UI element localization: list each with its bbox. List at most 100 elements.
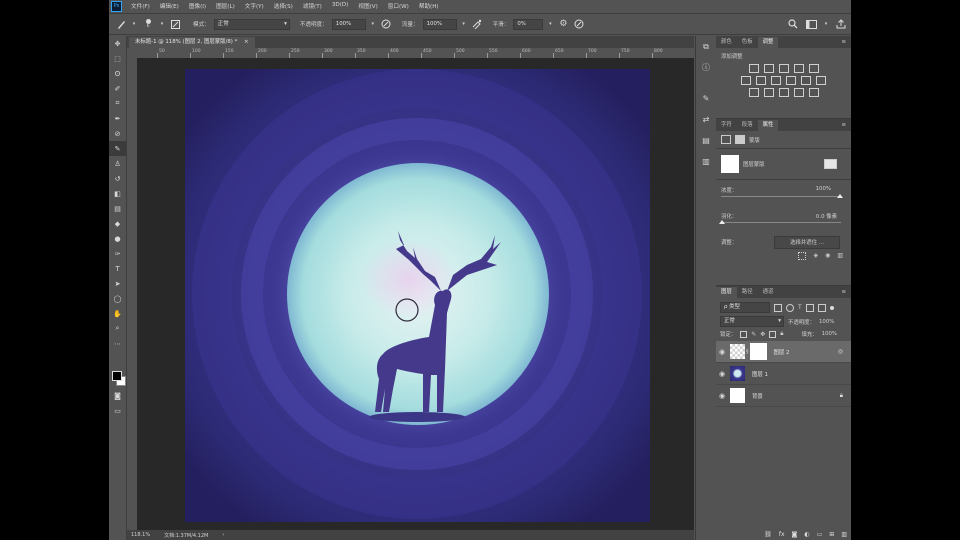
pressure-opacity-icon[interactable] (380, 18, 392, 30)
marquee-tool-icon[interactable]: ⬚ (109, 51, 126, 66)
vibrance-icon[interactable] (808, 64, 819, 73)
panel-tab[interactable]: 颜色 (716, 37, 737, 48)
search-icon[interactable] (787, 18, 799, 30)
brush-tool-icon[interactable] (115, 18, 127, 30)
threshold-icon[interactable] (778, 88, 789, 97)
brightness-icon[interactable] (748, 64, 759, 73)
move-tool-icon[interactable]: ✥ (109, 36, 126, 51)
layer-row-layer-1[interactable]: ◉ 图层 1 (716, 363, 851, 385)
trash-icon[interactable]: ▥ (841, 531, 847, 538)
filter-shape-icon[interactable] (805, 303, 814, 312)
hue-saturation-icon[interactable] (741, 76, 751, 85)
mask-thumbnail[interactable] (721, 155, 739, 173)
panel-tab[interactable]: 路径 (737, 287, 758, 298)
lock-position-icon[interactable]: ✥ (760, 331, 765, 338)
history-brush-tool-icon[interactable]: ↺ (109, 171, 126, 186)
quick-select-tool-icon[interactable]: ✐ (109, 81, 126, 96)
panel-tab[interactable]: 图层 (716, 287, 737, 298)
select-and-mask-button[interactable]: 选择并遮住 ... (774, 236, 840, 249)
pen-tool-icon[interactable]: ✑ (109, 246, 126, 261)
libraries-panel-icon[interactable]: ▥ (696, 151, 716, 172)
filter-type-icon[interactable]: T (798, 304, 802, 311)
menu-item[interactable]: 图层(L) (211, 2, 240, 10)
share-icon[interactable] (835, 18, 847, 30)
layer-row-background[interactable]: ◉ 背景 🔒︎ (716, 385, 851, 407)
link-icon[interactable]: § (746, 349, 749, 355)
feather-value[interactable]: 0.0 像素 (816, 212, 837, 220)
black-white-icon[interactable] (771, 76, 781, 85)
chevron-down-icon[interactable]: ▾ (461, 18, 467, 30)
eye-icon[interactable]: ◉ (716, 370, 728, 378)
menu-item[interactable]: 文字(Y) (240, 2, 269, 10)
feather-slider-handle[interactable] (719, 220, 725, 224)
filter-adjustment-icon[interactable] (786, 303, 794, 312)
lock-artboard-icon[interactable] (769, 330, 777, 338)
zoom-level[interactable]: 118.1% (131, 532, 150, 538)
screen-mode-icon[interactable]: ▭ (109, 403, 126, 418)
menu-item[interactable]: 滤镜(T) (298, 2, 327, 10)
panel-tab[interactable]: 字符 (716, 120, 737, 131)
flow-input[interactable]: 100% (422, 18, 457, 30)
layer-row-layer-2[interactable]: ◉ § 图层 2 ◎ (716, 341, 851, 363)
adjustment-layer-icon[interactable]: ◐ (804, 531, 809, 538)
color-lookup-icon[interactable] (816, 76, 826, 85)
fill-value[interactable]: 100% (822, 331, 837, 337)
type-tool-icon[interactable]: T (109, 261, 126, 276)
foreground-color-swatch[interactable] (112, 371, 122, 381)
paths-panel-icon[interactable]: ⇄ (696, 109, 716, 130)
folder-icon[interactable]: ▭ (817, 531, 823, 538)
gear-icon[interactable]: ⚙ (557, 18, 569, 30)
menu-item[interactable]: 窗口(W) (383, 2, 414, 10)
notes-panel-icon[interactable]: ▤ (696, 130, 716, 151)
panel-menu-icon[interactable]: ≡ (836, 120, 851, 131)
density-slider[interactable] (721, 196, 841, 197)
canvas-workspace[interactable] (137, 58, 694, 532)
filter-smart-icon[interactable] (817, 303, 826, 312)
lasso-tool-icon[interactable]: ʘ (109, 66, 126, 81)
levels-icon[interactable] (763, 64, 774, 73)
eyedropper-tool-icon[interactable]: ✒ (109, 111, 126, 126)
zoom-tool-icon[interactable]: ⌕ (109, 321, 126, 336)
quick-mask-icon[interactable]: ◙ (109, 388, 126, 403)
blur-tool-icon[interactable]: ◆ (109, 216, 126, 231)
mode-select[interactable]: 正常 ▾ (213, 18, 290, 30)
document-tab[interactable]: 未标题-1 @ 118% (图层 2, 图层蒙版/8) * × (129, 37, 255, 48)
channel-mixer-icon[interactable] (801, 76, 811, 85)
layer-thumbnail-artwork[interactable] (730, 366, 745, 381)
invert-icon[interactable] (748, 88, 759, 97)
eye-icon[interactable]: ◉ (716, 348, 728, 356)
menu-item[interactable]: 编辑(E) (155, 2, 184, 10)
new-layer-icon[interactable]: ⊞ (829, 531, 834, 538)
menu-item[interactable]: 图像(I) (184, 2, 211, 10)
lock-image-icon[interactable]: ✎ (751, 331, 756, 338)
panel-tab[interactable]: 通道 (758, 287, 779, 298)
menu-item[interactable]: 选择(S) (269, 2, 298, 10)
shape-tool-icon[interactable]: ◯ (109, 291, 126, 306)
chevron-down-icon[interactable]: ▾ (159, 18, 165, 30)
brush-tool-icon[interactable]: ✎ (109, 141, 126, 156)
panel-tab[interactable]: 调整 (757, 37, 779, 48)
add-mask-icon[interactable]: ◙ (792, 531, 798, 538)
select-mask-icon[interactable] (824, 159, 837, 169)
chevron-down-icon[interactable]: ▾ (823, 18, 829, 30)
lock-all-icon[interactable]: 🔒︎ (780, 330, 783, 338)
lock-transparent-icon[interactable] (740, 330, 748, 338)
eraser-tool-icon[interactable]: ◧ (109, 186, 126, 201)
gradient-map-icon[interactable] (793, 88, 804, 97)
brush-panel-icon[interactable] (169, 18, 181, 30)
pressure-size-icon[interactable] (573, 18, 585, 30)
filter-pixel-icon[interactable] (774, 303, 782, 312)
menu-item[interactable]: 3D(D) (327, 2, 354, 10)
layer-mask-thumbnail[interactable] (749, 343, 767, 360)
workspace-icon[interactable] (805, 18, 817, 30)
trash-icon[interactable]: ▥ (837, 252, 843, 260)
menu-item[interactable]: 帮助(H) (414, 2, 444, 10)
artboard[interactable] (185, 69, 650, 522)
panel-tab[interactable]: 属性 (757, 120, 779, 131)
dodge-tool-icon[interactable]: ● (109, 231, 126, 246)
more-tools-icon[interactable]: ⋯ (109, 336, 126, 351)
filter-toggle-icon[interactable] (829, 305, 834, 310)
panel-menu-icon[interactable]: ≡ (836, 287, 851, 298)
density-value[interactable]: 100% (816, 186, 831, 192)
load-selection-icon[interactable] (798, 252, 807, 260)
